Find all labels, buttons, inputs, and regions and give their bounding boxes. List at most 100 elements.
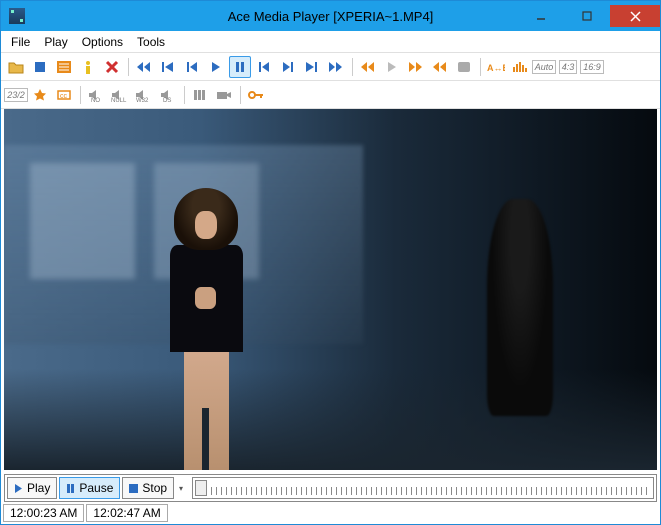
star-icon [34, 89, 46, 101]
minimize-icon [536, 11, 546, 21]
window-buttons [518, 5, 660, 27]
pause-tb-button[interactable] [229, 56, 251, 78]
minimize-button[interactable] [518, 5, 564, 27]
step-back-button[interactable] [181, 56, 203, 78]
play-label: Play [27, 481, 50, 495]
toolbar-separator [477, 56, 483, 78]
rewind-icon [136, 61, 152, 73]
svg-text:NULL: NULL [111, 98, 127, 102]
speaker-ds-icon: DS [160, 88, 176, 102]
playlist-button[interactable] [53, 56, 75, 78]
toolbar-playback: A↔B Auto 4:3 16:9 [1, 53, 660, 81]
stepback-icon [186, 61, 198, 73]
info-button[interactable] [77, 56, 99, 78]
controls-dropdown[interactable]: ▾ [176, 484, 186, 493]
app-window: Ace Media Player [XPERIA~1.MP4] File Pla… [0, 0, 661, 525]
toolbar-separator [181, 84, 187, 106]
slow-button[interactable] [429, 56, 451, 78]
filters-icon [193, 89, 207, 101]
ab-repeat-button[interactable]: A↔B [485, 56, 507, 78]
menubar: File Play Options Tools [1, 31, 660, 53]
settings-key-button[interactable] [245, 84, 267, 106]
menu-play[interactable]: Play [38, 33, 73, 51]
eq-button[interactable] [509, 56, 531, 78]
ffwd-button[interactable] [325, 56, 347, 78]
pause-label: Pause [79, 481, 113, 495]
filters-button[interactable] [189, 84, 211, 106]
stop-button[interactable]: Stop [122, 477, 174, 499]
seek-bar[interactable] [192, 477, 654, 499]
speaker-no-icon: NO [88, 88, 104, 102]
aspect-43-button[interactable]: 4:3 [557, 56, 579, 78]
close-file-button[interactable] [101, 56, 123, 78]
nextframe-icon [282, 61, 294, 73]
skipback-icon [360, 61, 376, 73]
play-dim-button[interactable] [381, 56, 403, 78]
audio-w32-button[interactable]: W32 [133, 84, 155, 106]
open-button[interactable] [5, 56, 27, 78]
maximize-icon [582, 11, 592, 21]
menu-file[interactable]: File [5, 33, 36, 51]
speaker-w32-icon: W32 [135, 88, 153, 102]
pause-icon [235, 61, 245, 73]
svg-text:NO: NO [91, 98, 100, 102]
toolbar-separator [77, 84, 83, 106]
skipfwd-icon [408, 61, 424, 73]
info-icon [82, 60, 94, 74]
audio-null-button[interactable]: NULL [109, 84, 131, 106]
caption-icon: cc [57, 89, 71, 101]
rewind-button[interactable] [133, 56, 155, 78]
status-elapsed: 12:00:23 AM [3, 504, 84, 522]
play-tb-button[interactable] [205, 56, 227, 78]
prev-icon [161, 61, 175, 73]
skip-back-button[interactable] [357, 56, 379, 78]
audio-ds-button[interactable]: DS [157, 84, 179, 106]
next-chapter-button[interactable] [301, 56, 323, 78]
play-button[interactable]: Play [7, 477, 57, 499]
audio-no-button[interactable]: NO [85, 84, 107, 106]
close-icon [630, 11, 641, 22]
titlebar[interactable]: Ace Media Player [XPERIA~1.MP4] [1, 1, 660, 31]
next-icon [305, 61, 319, 73]
speaker-null-icon: NULL [111, 88, 129, 102]
next-frame-button[interactable] [277, 56, 299, 78]
pause-button[interactable]: Pause [59, 477, 120, 499]
snapshot-icon [457, 61, 471, 73]
step-fwd-button[interactable] [253, 56, 275, 78]
aspect-auto-label: Auto [532, 60, 557, 74]
close-button[interactable] [610, 5, 660, 27]
prev-chapter-button[interactable] [157, 56, 179, 78]
eq-icon [512, 61, 528, 73]
list-icon [57, 61, 71, 73]
play-dim-icon [387, 61, 397, 73]
svg-text:A↔B: A↔B [487, 63, 505, 73]
seek-thumb[interactable] [195, 480, 207, 496]
aspect-169-button[interactable]: 16:9 [581, 56, 603, 78]
ratio-button[interactable]: 23/2 [5, 84, 27, 106]
svg-text:cc: cc [60, 93, 68, 100]
snapshot-button[interactable] [453, 56, 475, 78]
stop-tb-button[interactable] [29, 56, 51, 78]
skip-fwd-button[interactable] [405, 56, 427, 78]
maximize-button[interactable] [564, 5, 610, 27]
status-total: 12:02:47 AM [86, 504, 167, 522]
aspect-169-label: 16:9 [580, 60, 604, 74]
status-bar: 12:00:23 AM 12:02:47 AM [1, 504, 660, 524]
ab-icon: A↔B [487, 61, 505, 73]
caption-button[interactable]: cc [53, 84, 75, 106]
toolbar-separator [125, 56, 131, 78]
camera-button[interactable] [213, 84, 235, 106]
aspect-auto-button[interactable]: Auto [533, 56, 555, 78]
stop-icon [34, 61, 46, 73]
playback-controls: Play Pause Stop ▾ [4, 474, 657, 502]
stop-label: Stop [142, 481, 167, 495]
video-viewport[interactable] [4, 109, 657, 470]
menu-options[interactable]: Options [76, 33, 129, 51]
aspect-43-label: 4:3 [559, 60, 578, 74]
favorite-button[interactable] [29, 84, 51, 106]
menu-tools[interactable]: Tools [131, 33, 171, 51]
toolbar-audio: 23/2 cc NO NULL W32 DS [1, 81, 660, 109]
play-icon [14, 483, 23, 494]
pause-icon [66, 483, 75, 494]
play-icon [211, 61, 221, 73]
